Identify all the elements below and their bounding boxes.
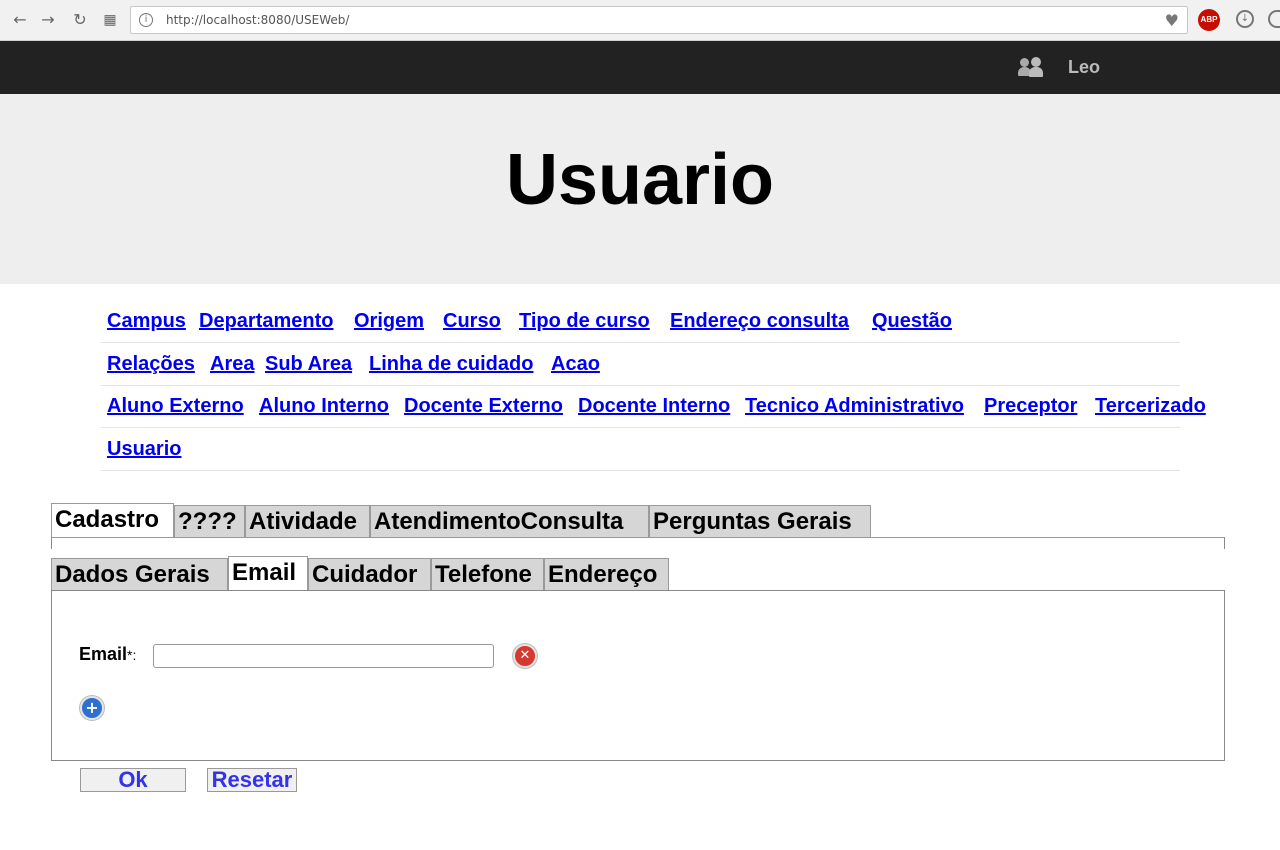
nav-row-3: Aluno Externo Aluno Interno Docente Exte… — [101, 385, 1206, 428]
nav-link-questao[interactable]: Questão — [872, 310, 952, 333]
browser-toolbar: ← → ↻ ▦ i http://localhost:8080/USEWeb/ … — [0, 0, 1280, 41]
nav-row-2: Relações Area Sub Area Linha de cuidado … — [101, 343, 1180, 386]
nav-link-docente-externo[interactable]: Docente Externo — [404, 395, 563, 418]
page-title: Usuario — [505, 140, 775, 220]
nav-link-aluno-interno[interactable]: Aluno Interno — [259, 395, 389, 418]
browser-menu-icon[interactable] — [1268, 10, 1280, 28]
nav-link-origem[interactable]: Origem — [354, 310, 424, 333]
nav-link-curso[interactable]: Curso — [443, 310, 501, 333]
nav-link-departamento[interactable]: Departamento — [199, 310, 333, 333]
reset-button[interactable]: Resetar — [207, 768, 297, 792]
tab-atividade[interactable]: Atividade — [245, 505, 370, 537]
download-icon[interactable]: ↓ — [1236, 10, 1254, 28]
nav-link-relacoes[interactable]: Relações — [107, 353, 195, 376]
email-label: Email*: — [79, 644, 137, 664]
bookmark-heart-icon[interactable]: ♥ — [1165, 11, 1179, 30]
tab-perguntas-gerais[interactable]: Perguntas Gerais — [649, 505, 871, 537]
nav-row-1: Campus Departamento Origem Curso Tipo de… — [101, 300, 1180, 343]
tab-atendimento-consulta[interactable]: AtendimentoConsulta — [370, 505, 649, 537]
tab-cadastro[interactable]: Cadastro — [51, 503, 174, 537]
nav-row-4: Usuario — [101, 428, 1180, 471]
add-icon[interactable]: + — [80, 696, 104, 720]
nav-link-usuario[interactable]: Usuario — [107, 438, 181, 461]
tab-email[interactable]: Email — [228, 556, 308, 590]
tab-endereco[interactable]: Endereço — [544, 558, 669, 590]
nav-link-endereco-consulta[interactable]: Endereço consulta — [670, 310, 849, 333]
nav-link-campus[interactable]: Campus — [107, 310, 186, 333]
ok-button[interactable]: Ok — [80, 768, 186, 792]
reload-icon[interactable]: ↻ — [70, 10, 90, 30]
user-name[interactable]: Leo — [1068, 57, 1100, 78]
apps-icon[interactable]: ▦ — [100, 10, 120, 30]
tab-dados-gerais[interactable]: Dados Gerais — [51, 558, 228, 590]
nav-link-aluno-externo[interactable]: Aluno Externo — [107, 395, 244, 418]
nav-link-preceptor[interactable]: Preceptor — [984, 395, 1077, 418]
required-mark: *: — [127, 647, 137, 663]
nav-link-tercerizado[interactable]: Tercerizado — [1095, 395, 1206, 418]
users-icon[interactable] — [1018, 56, 1044, 78]
tab-telefone[interactable]: Telefone — [431, 558, 544, 590]
email-field[interactable] — [153, 644, 494, 668]
email-panel — [51, 590, 1225, 761]
info-icon[interactable]: i — [139, 13, 153, 27]
remove-icon[interactable]: ✕ — [513, 644, 537, 668]
nav-link-docente-interno[interactable]: Docente Interno — [578, 395, 730, 418]
forward-icon[interactable]: → — [38, 10, 58, 30]
main-tab-panel — [51, 537, 1225, 549]
nav-link-tipo-de-curso[interactable]: Tipo de curso — [519, 310, 650, 333]
nav-link-area[interactable]: Area — [210, 353, 254, 376]
url-text[interactable]: http://localhost:8080/USEWeb/ — [166, 13, 349, 27]
tab-unknown[interactable]: ???? — [174, 505, 245, 537]
address-bar[interactable]: i http://localhost:8080/USEWeb/ ♥ — [130, 6, 1188, 34]
nav-link-tecnico-administrativo[interactable]: Tecnico Administrativo — [745, 395, 964, 418]
tab-cuidador[interactable]: Cuidador — [308, 558, 431, 590]
nav-link-linha-de-cuidado[interactable]: Linha de cuidado — [369, 353, 533, 376]
back-icon[interactable]: ← — [10, 10, 30, 30]
adblock-icon[interactable]: ABP — [1198, 9, 1220, 31]
nav-link-acao[interactable]: Acao — [551, 353, 600, 376]
nav-link-sub-area[interactable]: Sub Area — [265, 353, 352, 376]
